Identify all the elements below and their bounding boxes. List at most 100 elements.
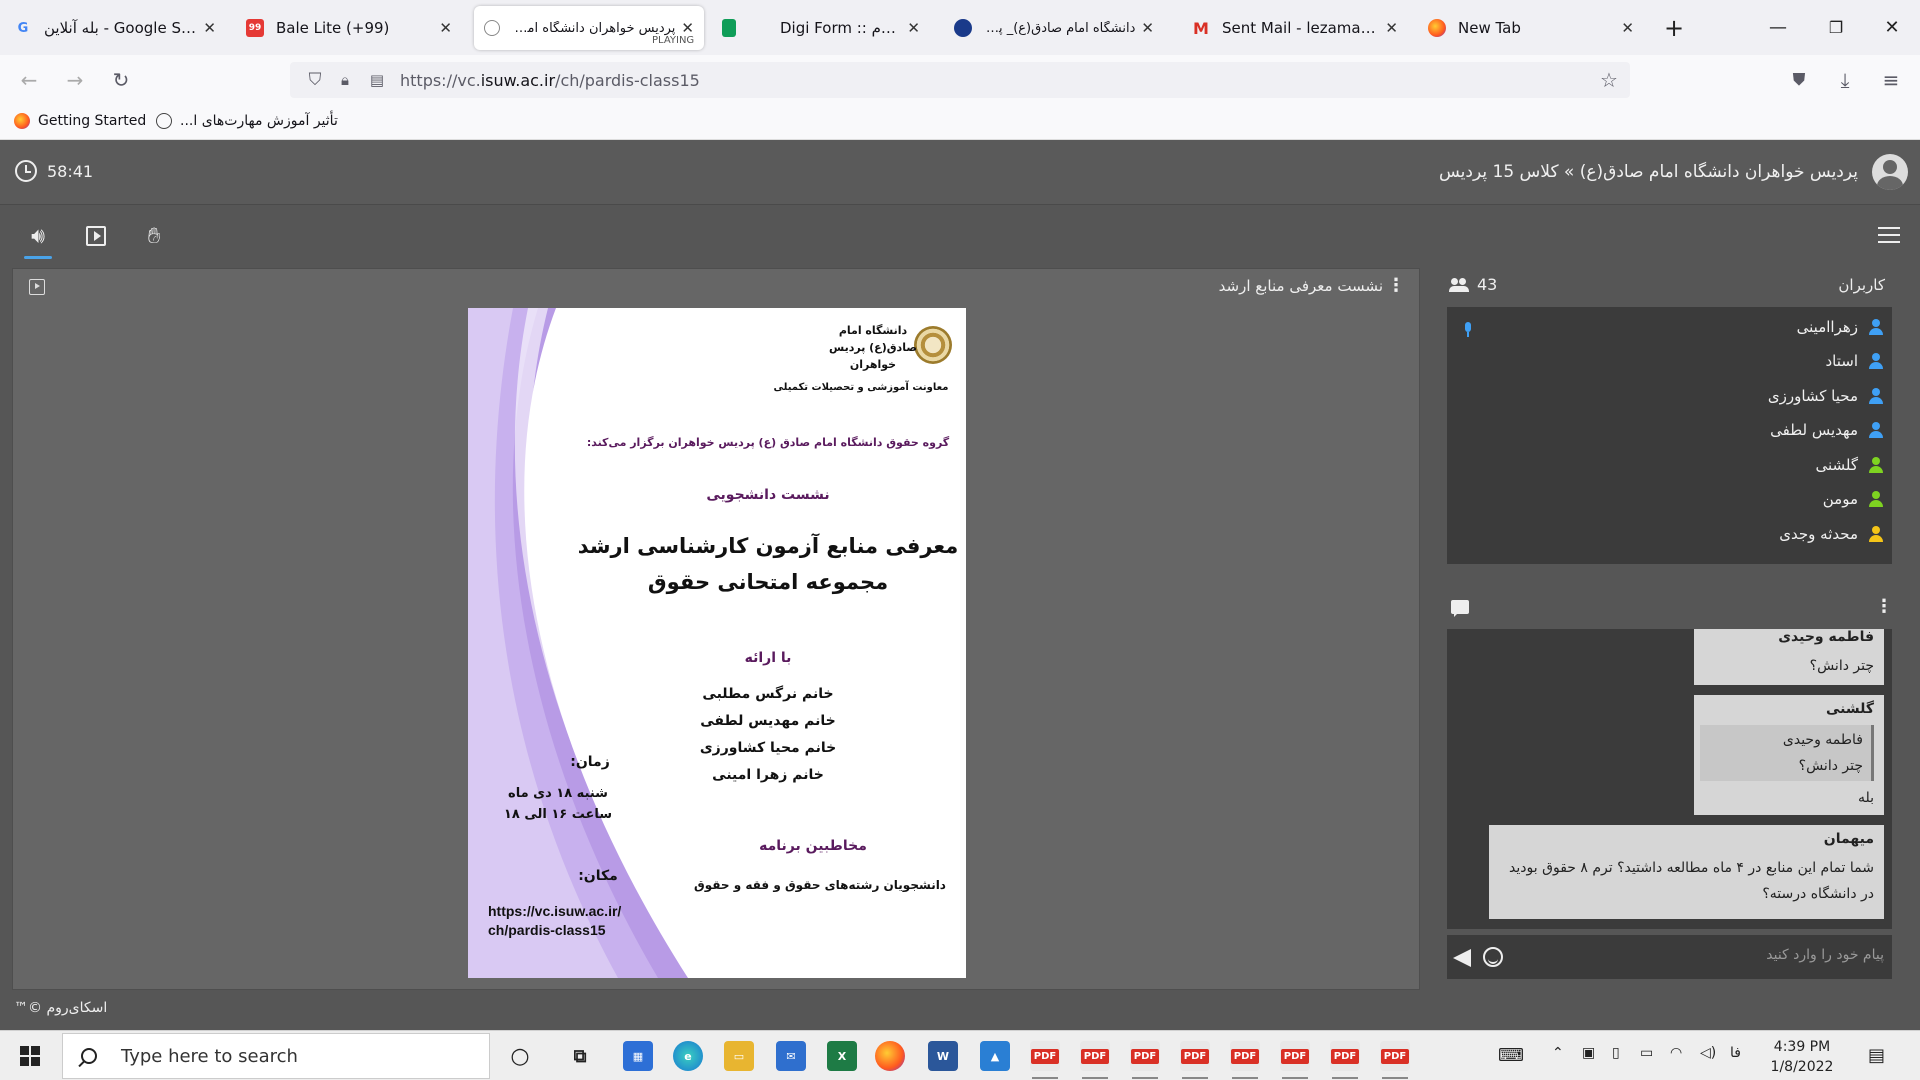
user-item[interactable]: زهراامینی: [1797, 315, 1884, 339]
pdf-icon[interactable]: [1330, 1041, 1360, 1079]
chat-log: فاطمه وحیدی چتر دانش؟ گلشنی فاطمه وحیدی …: [1447, 629, 1892, 929]
new-tab-button[interactable]: +: [1646, 0, 1702, 55]
raise-hand-icon[interactable]: ✋︎: [136, 219, 172, 253]
close-tab-icon[interactable]: ✕: [203, 19, 216, 37]
close-window-button[interactable]: ✕: [1864, 0, 1920, 55]
pdf-icon[interactable]: [1380, 1041, 1410, 1079]
pdf-icon[interactable]: [1080, 1041, 1110, 1079]
tab-sheets[interactable]: [712, 6, 756, 50]
tab-digi-form[interactable]: Digi Form :: دیجی فرم ✕: [770, 6, 930, 50]
university-icon: [954, 19, 972, 37]
usb-icon[interactable]: ▯: [1612, 1045, 1620, 1061]
globe-icon: [484, 20, 500, 36]
google-icon: G: [17, 20, 29, 36]
presentation-options-icon[interactable]: ⋮: [1387, 275, 1405, 296]
bookmark-skills[interactable]: تأثیر آموزش مهارت‌های ا...: [156, 113, 338, 129]
edge-icon[interactable]: e: [673, 1041, 703, 1071]
file-explorer-icon[interactable]: ▭: [724, 1041, 754, 1071]
task-view-icon[interactable]: ⧉: [565, 1041, 595, 1071]
close-tab-icon[interactable]: ✕: [439, 19, 452, 37]
tab-university[interactable]: دانشگاه امام صادق(ع)_ پردیس ... ✕: [944, 6, 1164, 50]
pdf-icon[interactable]: [1030, 1041, 1060, 1079]
play-media-icon[interactable]: [78, 219, 114, 253]
chat-message: میهمان شما تمام این منابع در ۴ ماه مطالع…: [1489, 825, 1884, 919]
expand-presentation-icon[interactable]: [29, 279, 45, 295]
poster-link: https://vc.isuw.ac.ir/ ch/pardis-class15: [488, 903, 622, 938]
photos-icon[interactable]: ▲: [980, 1041, 1010, 1071]
tracking-shield-icon[interactable]: ⛉: [300, 65, 330, 95]
menu-icon[interactable]: [1878, 227, 1900, 243]
notifications-icon[interactable]: ▤: [1868, 1045, 1885, 1066]
back-button[interactable]: ←: [14, 65, 44, 95]
word-icon[interactable]: W: [928, 1041, 958, 1071]
close-tab-icon[interactable]: ✕: [1141, 19, 1154, 37]
pdf-icon[interactable]: [1280, 1041, 1310, 1079]
globe-icon: [156, 113, 172, 129]
user-item[interactable]: محیا کشاورزی: [1768, 384, 1884, 408]
permissions-icon[interactable]: ▤: [362, 65, 392, 95]
users-panel: 43 کاربران زهراامینی استاد محیا کشاورزی …: [1435, 268, 1903, 570]
poster-group: گروه حقوق دانشگاه امام صادق (ع) پردیس خو…: [586, 436, 950, 449]
sheets-icon: [722, 19, 736, 37]
room-header: 58:41 پردیس خواهران دانشگاه امام صادق(ع)…: [0, 140, 1920, 205]
poster-deputy: معاونت آموزشی و تحصیلات تکمیلی: [773, 382, 949, 393]
taskbar-clock[interactable]: 4:39 PM 1/8/2022: [1752, 1037, 1852, 1077]
close-tab-icon[interactable]: ✕: [1385, 19, 1398, 37]
search-icon: [81, 1048, 97, 1064]
windows-start-icon[interactable]: [20, 1046, 40, 1066]
room-title: پردیس خواهران دانشگاه امام صادق(ع) » کلا…: [1439, 162, 1858, 182]
quoted-message: فاطمه وحیدی چتر دانش؟: [1700, 725, 1874, 781]
pocket-icon[interactable]: ⛊: [1784, 65, 1814, 95]
store-icon[interactable]: ▦: [623, 1041, 653, 1071]
tab-pardis-active[interactable]: پردیس خواهران دانشگاه امام صا ✕ PLAYING: [474, 6, 704, 50]
firefox-icon[interactable]: [875, 1041, 905, 1071]
user-item[interactable]: گلشنی: [1815, 453, 1884, 477]
forward-button[interactable]: →: [60, 65, 90, 95]
language-indicator[interactable]: فا: [1730, 1045, 1741, 1061]
bookmark-getting-started[interactable]: Getting Started: [14, 113, 146, 129]
tab-gmail[interactable]: M Sent Mail - lezamani@gr ✕: [1182, 6, 1408, 50]
pdf-icon[interactable]: [1130, 1041, 1160, 1079]
user-item[interactable]: استاد: [1825, 349, 1884, 373]
minimize-button[interactable]: —: [1750, 0, 1806, 55]
close-tab-icon[interactable]: ✕: [907, 19, 920, 37]
chat-input[interactable]: پیام خود را وارد کنید: [1447, 935, 1892, 979]
browser-tab-strip: G بله آنلاین - Google Search ✕ 99 Bale L…: [0, 0, 1920, 55]
lock-icon[interactable]: 🔒︎: [330, 65, 360, 95]
downloads-icon[interactable]: ⤓: [1830, 65, 1860, 95]
mail-icon[interactable]: ✉: [776, 1041, 806, 1071]
emoji-icon[interactable]: [1483, 947, 1503, 967]
restore-button[interactable]: ❐: [1808, 0, 1864, 55]
gmail-icon: M: [1193, 18, 1209, 38]
bookmark-star-icon[interactable]: ☆: [1594, 65, 1624, 95]
touch-keyboard-icon[interactable]: ⌨: [1498, 1045, 1524, 1066]
tab-new-tab[interactable]: New Tab ✕: [1418, 6, 1644, 50]
poster-audience-label: مخاطبین برنامه: [759, 838, 867, 854]
battery-icon[interactable]: ▭: [1640, 1045, 1653, 1061]
chat-options-icon[interactable]: ⋮: [1875, 596, 1893, 617]
users-title: کاربران: [1838, 276, 1885, 294]
reload-button[interactable]: ↻: [106, 65, 136, 95]
speaker-icon[interactable]: 🔊︎: [20, 219, 56, 259]
app-menu-icon[interactable]: ≡: [1876, 65, 1906, 95]
address-bar[interactable]: ⛉ 🔒︎ ▤ https://vc.isuw.ac.ir/ch/pardis-c…: [290, 62, 1630, 98]
excel-icon[interactable]: X: [827, 1041, 857, 1071]
user-item[interactable]: مهدیس لطفی: [1770, 418, 1884, 442]
tab-google-search[interactable]: G بله آنلاین - Google Search ✕: [4, 6, 226, 50]
user-avatar-icon[interactable]: [1872, 154, 1908, 190]
show-hidden-icons[interactable]: ⌃: [1552, 1045, 1564, 1061]
users-header: 43 کاربران: [1435, 268, 1903, 302]
meet-now-icon[interactable]: ▣: [1582, 1045, 1595, 1061]
volume-icon[interactable]: ◁): [1700, 1045, 1716, 1061]
user-icon: [1868, 388, 1884, 404]
send-icon[interactable]: [1453, 949, 1471, 967]
cortana-icon[interactable]: ○: [505, 1041, 535, 1071]
pdf-icon[interactable]: [1230, 1041, 1260, 1079]
pdf-icon[interactable]: [1180, 1041, 1210, 1079]
tab-bale-lite[interactable]: 99 Bale Lite (+99) ✕: [236, 6, 462, 50]
wifi-icon[interactable]: ◠: [1670, 1045, 1682, 1061]
user-item[interactable]: مومن: [1823, 487, 1884, 511]
user-item[interactable]: محدثه وجدی: [1779, 522, 1884, 546]
close-tab-icon[interactable]: ✕: [1621, 19, 1634, 37]
taskbar-search[interactable]: Type here to search: [62, 1033, 490, 1079]
